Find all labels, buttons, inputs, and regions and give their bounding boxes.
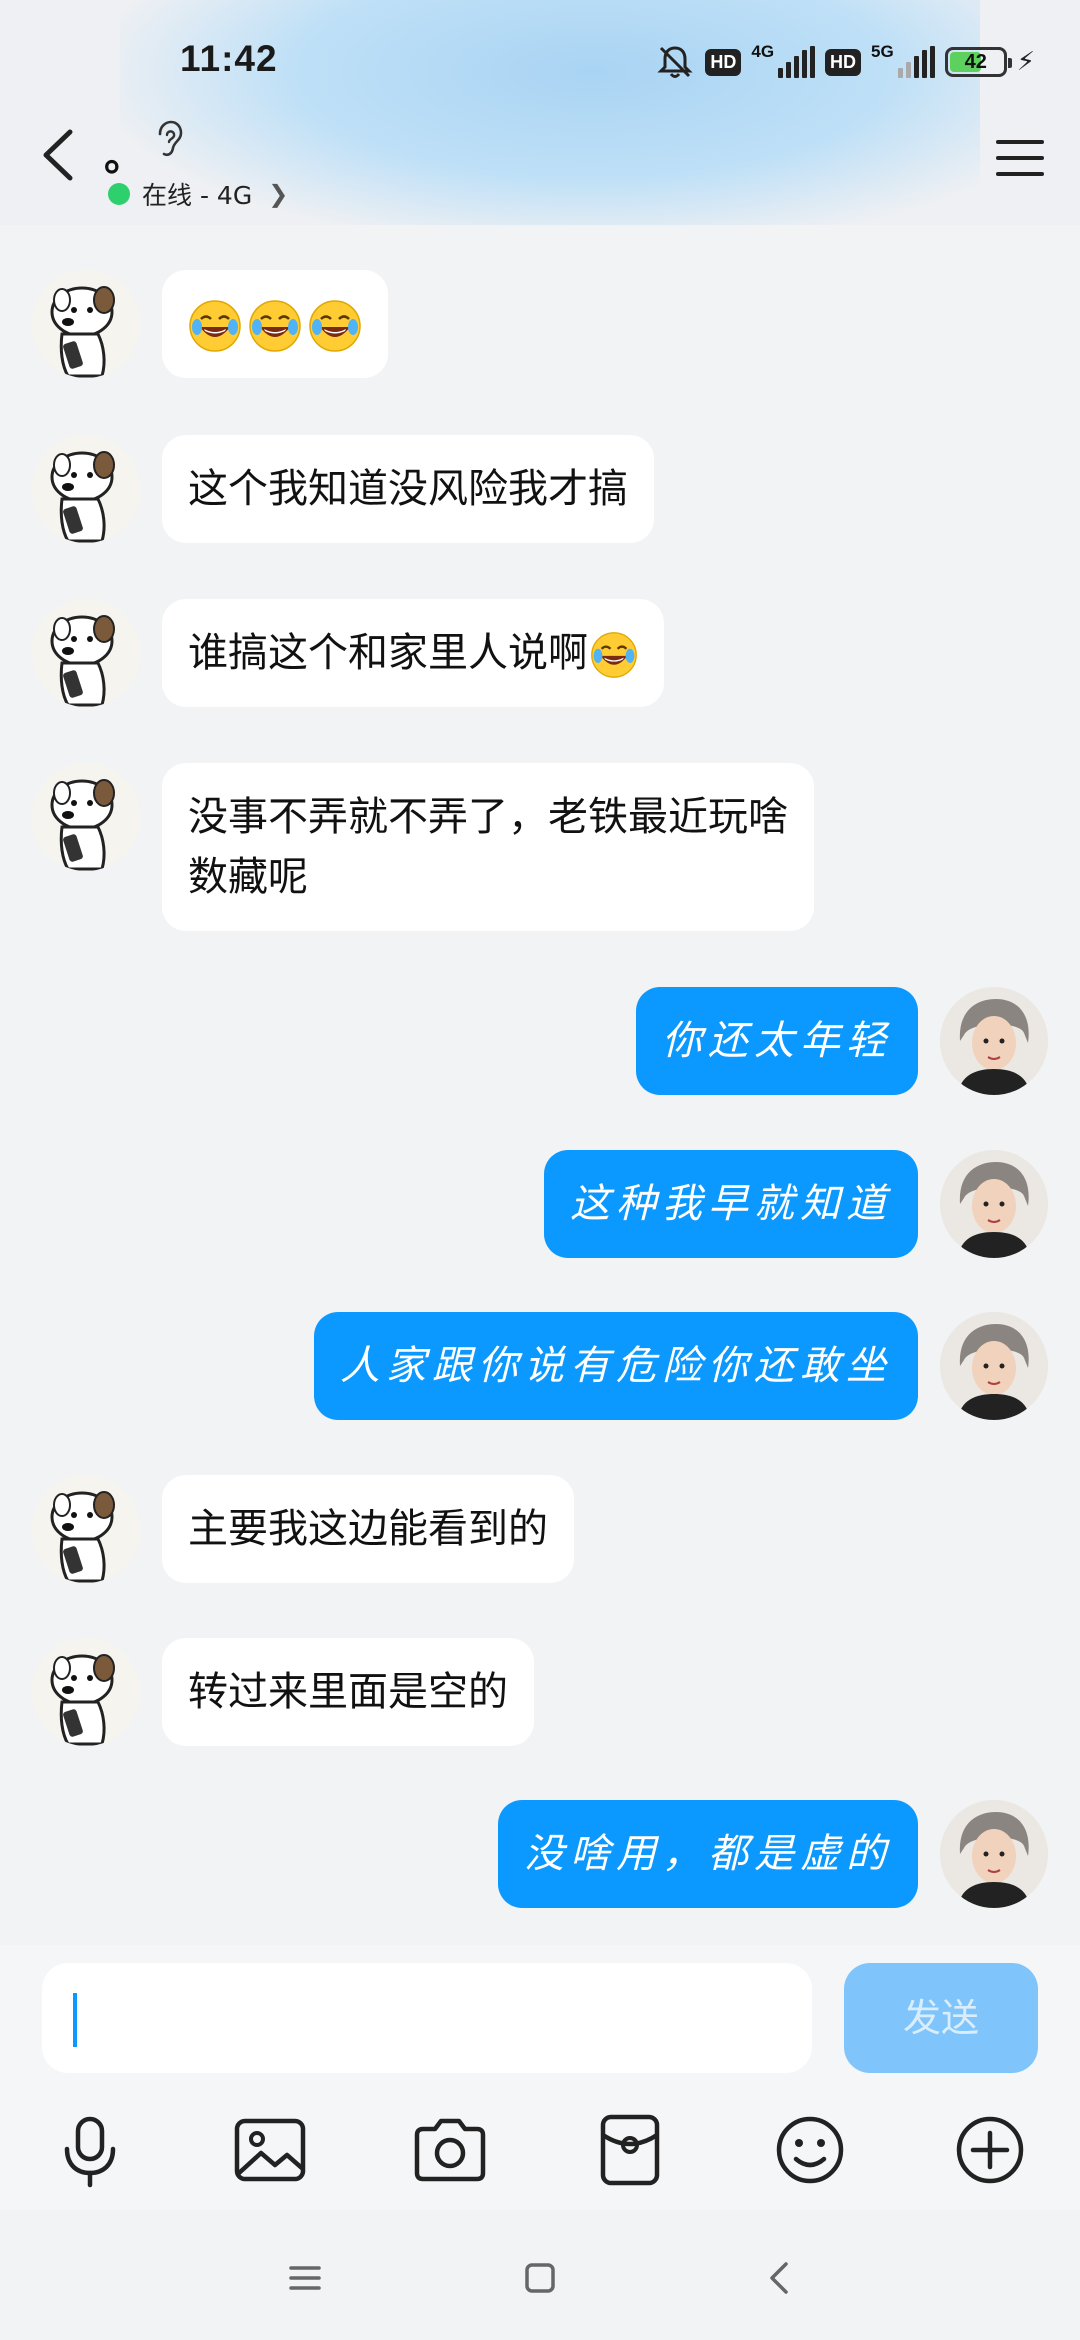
message-bubble[interactable]: 主要我这边能看到的 — [162, 1475, 574, 1583]
bell-muted-icon — [657, 46, 693, 78]
text-caret — [73, 1993, 77, 2047]
composer: 发送 — [0, 1945, 1080, 2210]
recents-icon[interactable] — [275, 2248, 335, 2308]
message-text-line-1: 没事不弄就不弄了，老铁最近玩啥 — [188, 794, 788, 840]
send-button[interactable]: 发送 — [844, 1963, 1038, 2073]
online-dot-icon — [108, 183, 130, 205]
chevron-right-icon: ❯ — [268, 180, 289, 208]
my-avatar[interactable] — [940, 1150, 1048, 1258]
presence-status[interactable]: 在线 - 4G ❯ — [108, 176, 288, 212]
contact-avatar[interactable] — [32, 270, 140, 378]
microphone-icon[interactable] — [45, 2105, 135, 2195]
my-avatar[interactable] — [940, 1312, 1048, 1420]
back-button[interactable] — [28, 120, 88, 190]
laughing-emoji-icon — [590, 631, 638, 679]
hd-badge-2: HD — [825, 48, 862, 76]
contact-avatar[interactable] — [32, 1475, 140, 1583]
home-icon[interactable] — [510, 2248, 570, 2308]
contact-avatar[interactable] — [32, 435, 140, 543]
red-packet-icon[interactable] — [585, 2105, 675, 2195]
contact-avatar[interactable] — [32, 599, 140, 707]
chat-title[interactable]: 。 — [104, 124, 144, 182]
status-bar: 11:42 HD 4G HD 5G 42 ⚡ — [0, 0, 1080, 120]
message-list[interactable]: 这个我知道没风险我才搞 谁搞这个和家里人说啊 没事不弄就不弄了，老铁最近玩啥 数… — [0, 225, 1080, 1945]
earpiece-mode-icon[interactable] — [150, 118, 186, 160]
input-toolbar — [0, 2105, 1080, 2205]
back-icon[interactable] — [750, 2248, 810, 2308]
emoji-icon[interactable] — [765, 2105, 855, 2195]
message-text-line-2: 数藏呢 — [188, 854, 308, 900]
status-time: 11:42 — [180, 38, 278, 79]
message-bubble[interactable]: 你还太年轻 — [636, 987, 918, 1095]
signal-strength-icon-2 — [897, 46, 935, 78]
network-type-1: 4G — [751, 42, 775, 61]
hd-badge-1: HD — [705, 48, 742, 76]
contact-avatar[interactable] — [32, 763, 140, 871]
camera-icon[interactable] — [405, 2105, 495, 2195]
top-header: 11:42 HD 4G HD 5G 42 ⚡ 。 在线 - 4G ❯ — [0, 0, 1080, 225]
message-bubble[interactable]: 没啥用，都是虚的 — [498, 1800, 918, 1908]
message-bubble[interactable]: 这个我知道没风险我才搞 — [162, 435, 654, 543]
image-icon[interactable] — [225, 2105, 315, 2195]
laughing-emoji-icon — [188, 299, 242, 353]
message-input[interactable] — [42, 1963, 812, 2073]
network-type-2: 5G — [871, 42, 894, 61]
message-bubble[interactable] — [162, 270, 388, 378]
presence-text: 在线 - 4G — [142, 181, 253, 210]
signal-strength-icon-1 — [778, 46, 816, 78]
charging-icon: ⚡ — [1016, 47, 1035, 77]
message-bubble[interactable]: 这种我早就知道 — [544, 1150, 918, 1258]
message-bubble[interactable]: 谁搞这个和家里人说啊 — [162, 599, 664, 707]
status-icons: HD 4G HD 5G 42 ⚡ — [655, 38, 1035, 86]
contact-avatar[interactable] — [32, 1638, 140, 1746]
my-avatar[interactable] — [940, 987, 1048, 1095]
battery-icon: 42 — [944, 47, 1012, 77]
battery-percent: 42 — [964, 50, 987, 73]
plus-icon[interactable] — [945, 2105, 1035, 2195]
laughing-emoji-icon — [308, 299, 362, 353]
menu-button[interactable] — [990, 128, 1050, 188]
my-avatar[interactable] — [940, 1800, 1048, 1908]
message-text: 谁搞这个和家里人说啊 — [188, 630, 588, 676]
laughing-emoji-icon — [248, 299, 302, 353]
system-navigation-bar — [0, 2210, 1080, 2340]
message-bubble[interactable]: 没事不弄就不弄了，老铁最近玩啥 数藏呢 — [162, 763, 814, 931]
message-bubble[interactable]: 转过来里面是空的 — [162, 1638, 534, 1746]
message-bubble[interactable]: 人家跟你说有危险你还敢坐 — [314, 1312, 918, 1420]
